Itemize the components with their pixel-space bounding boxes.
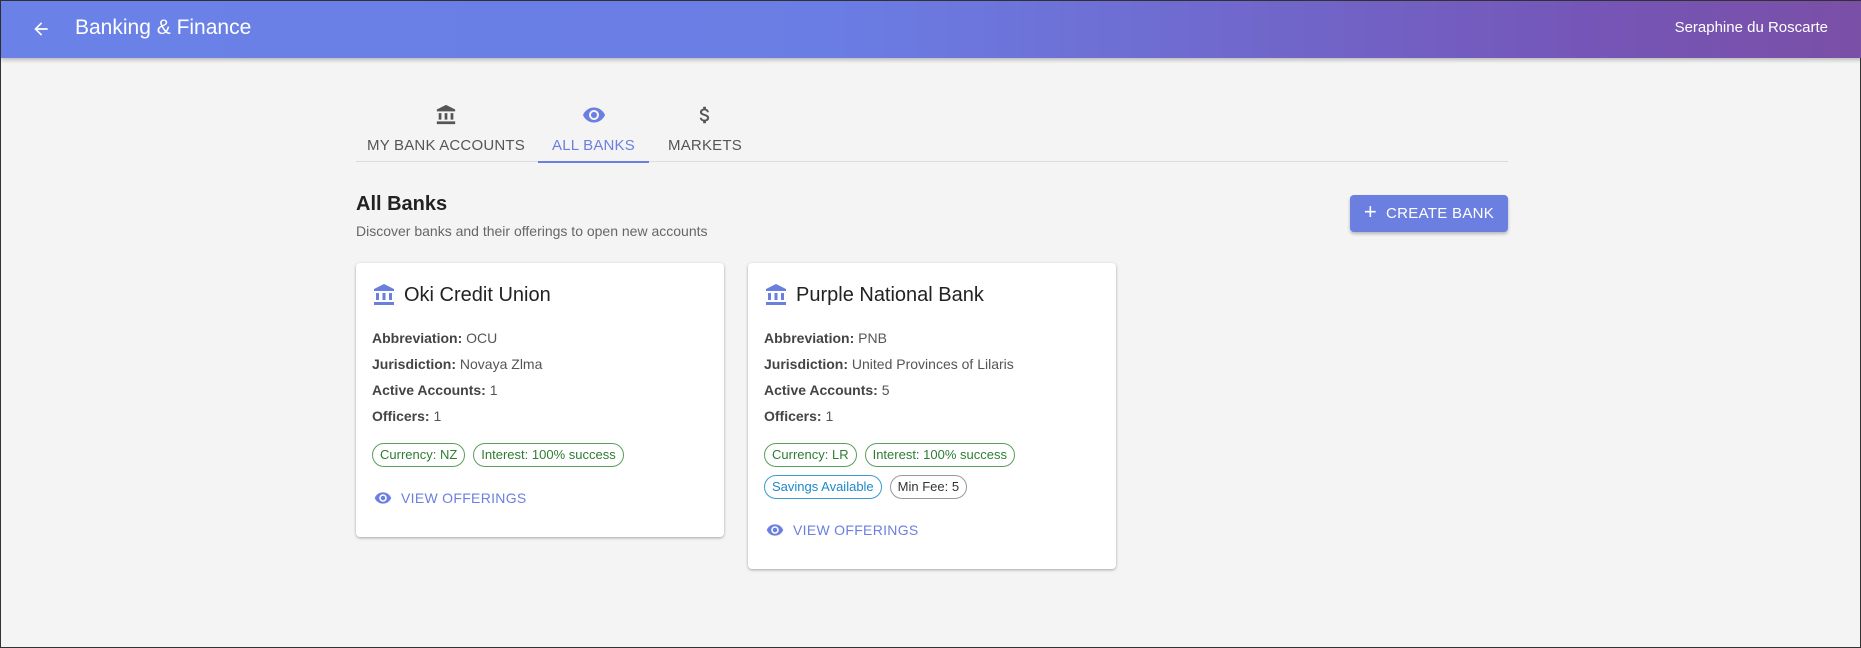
bank-icon xyxy=(435,100,457,130)
detail-officers: Officers: 1 xyxy=(764,408,834,424)
bank-details: Abbreviation: PNB Jurisdiction: United P… xyxy=(764,329,1014,433)
tab-label: MY BANK ACCOUNTS xyxy=(367,137,525,154)
bank-icon xyxy=(374,284,394,305)
tab-label: ALL BANKS xyxy=(552,137,635,154)
tab-bar: MY BANK ACCOUNTS ALL BANKS MARKETS xyxy=(356,96,1508,163)
view-offerings-label: VIEW OFFERINGS xyxy=(401,490,527,506)
tab-label: MARKETS xyxy=(668,137,742,154)
create-bank-button[interactable]: + CREATE BANK xyxy=(1350,195,1508,232)
app-title: Banking & Finance xyxy=(75,16,252,39)
interest-chip: Interest: 100% success xyxy=(864,443,1015,467)
tab-all-banks[interactable]: ALL BANKS xyxy=(538,96,649,163)
page-title: All Banks xyxy=(356,193,448,215)
arrow-left-icon xyxy=(34,22,48,36)
bank-card: Purple National Bank Abbreviation: PNB J… xyxy=(748,263,1116,569)
dollar-icon xyxy=(694,100,716,130)
bank-chips: Currency: NZ Interest: 100% success xyxy=(372,443,712,467)
detail-abbreviation: Abbreviation: PNB xyxy=(764,330,887,346)
eye-icon xyxy=(582,100,606,130)
bank-details: Abbreviation: OCU Jurisdiction: Novaya Z… xyxy=(372,329,542,433)
currency-chip: Currency: LR xyxy=(764,443,857,467)
min-fee-chip: Min Fee: 5 xyxy=(889,475,968,499)
detail-officers: Officers: 1 xyxy=(372,408,442,424)
detail-abbreviation: Abbreviation: OCU xyxy=(372,330,498,346)
detail-jurisdiction: Jurisdiction: Novaya Zlma xyxy=(372,356,543,372)
app-bar: Banking & Finance Seraphine du Roscarte xyxy=(1,1,1861,58)
view-offerings-button[interactable]: VIEW OFFERINGS xyxy=(766,521,919,539)
savings-chip: Savings Available xyxy=(764,475,882,499)
eye-icon xyxy=(766,524,784,536)
tab-my-bank-accounts[interactable]: MY BANK ACCOUNTS xyxy=(356,96,536,162)
view-offerings-button[interactable]: VIEW OFFERINGS xyxy=(374,489,527,507)
view-offerings-label: VIEW OFFERINGS xyxy=(793,522,919,538)
card-header: Purple National Bank xyxy=(764,283,984,307)
bank-card: Oki Credit Union Abbreviation: OCU Juris… xyxy=(356,263,724,537)
detail-active-accounts: Active Accounts: 5 xyxy=(764,382,890,398)
interest-chip: Interest: 100% success xyxy=(473,443,624,467)
card-header: Oki Credit Union xyxy=(372,283,551,307)
plus-icon: + xyxy=(1363,198,1378,224)
currency-chip: Currency: NZ xyxy=(372,443,466,467)
user-name[interactable]: Seraphine du Roscarte xyxy=(1675,19,1828,36)
bank-icon xyxy=(766,284,786,305)
bank-chips: Currency: LR Interest: 100% success Savi… xyxy=(764,443,1104,499)
bank-name: Purple National Bank xyxy=(796,283,984,306)
eye-icon xyxy=(374,492,392,504)
detail-jurisdiction: Jurisdiction: United Provinces of Lilari… xyxy=(764,356,1014,372)
tab-markets[interactable]: MARKETS xyxy=(652,96,758,162)
create-bank-label: CREATE BANK xyxy=(1386,205,1495,222)
page-subtitle: Discover banks and their offerings to op… xyxy=(356,223,708,239)
detail-active-accounts: Active Accounts: 1 xyxy=(372,382,498,398)
back-button[interactable] xyxy=(25,13,57,45)
bank-name: Oki Credit Union xyxy=(404,283,551,306)
